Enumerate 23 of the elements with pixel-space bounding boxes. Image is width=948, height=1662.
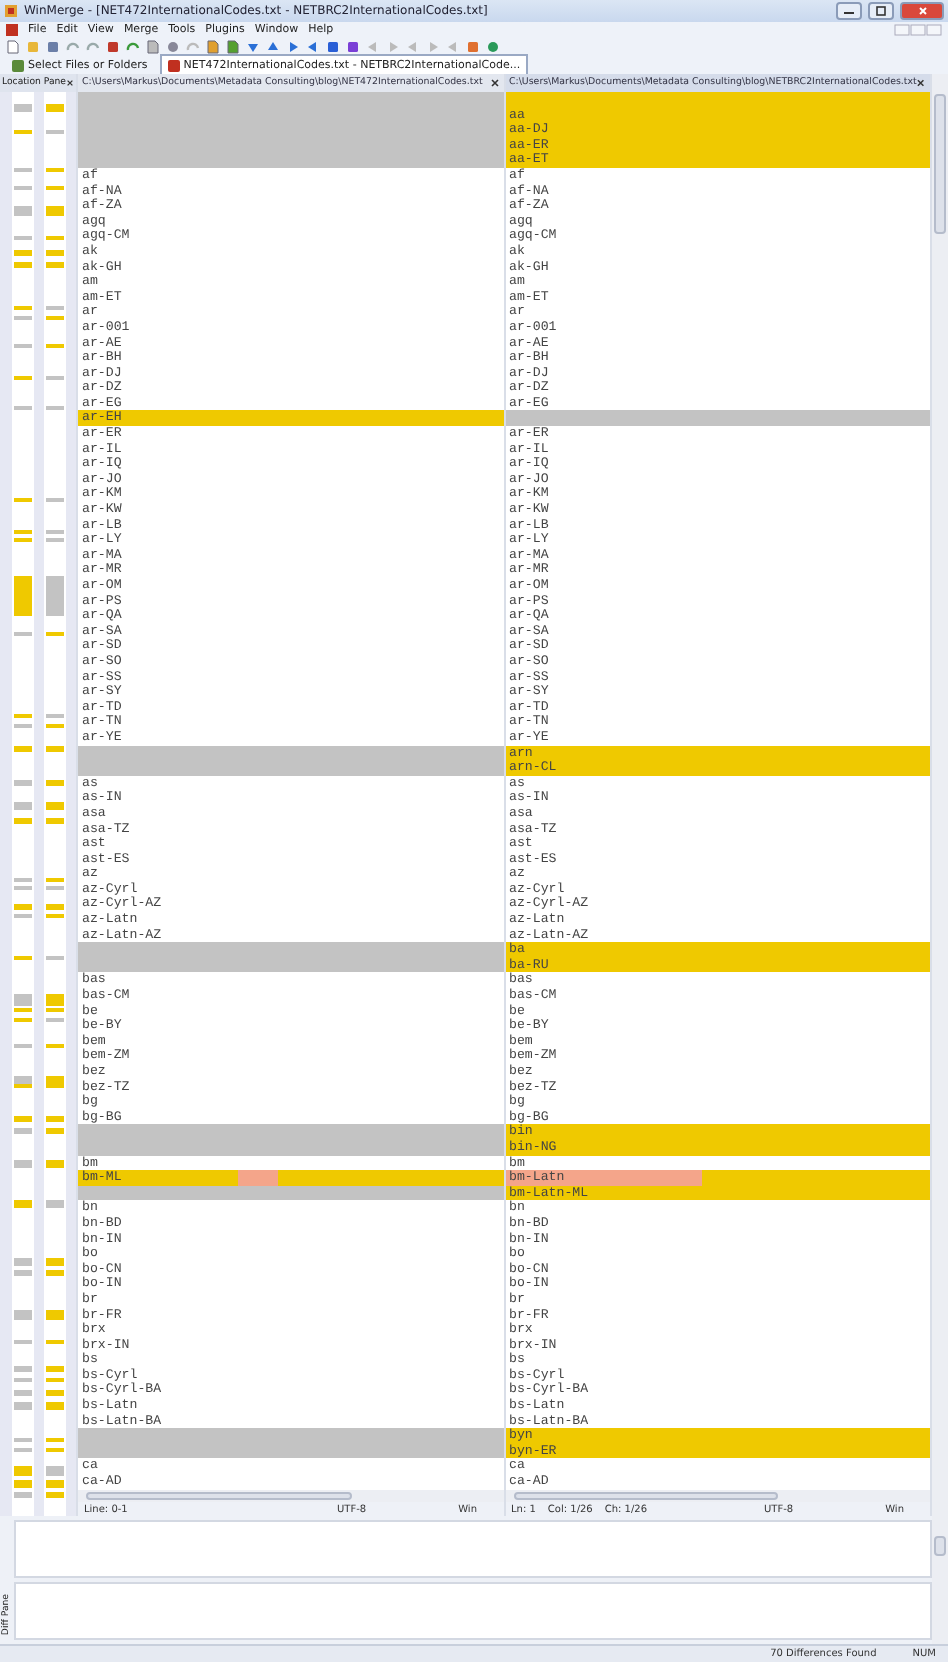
tab-icon: [12, 60, 24, 72]
arrow-left-icon[interactable]: [306, 39, 320, 53]
redo-icon[interactable]: [86, 39, 100, 53]
close-icon[interactable]: [489, 78, 499, 88]
square-icon[interactable]: [326, 39, 340, 53]
square-icon[interactable]: [346, 39, 360, 53]
tab-icon: [167, 59, 180, 71]
minimize-button[interactable]: [836, 2, 862, 20]
maximize-button[interactable]: [868, 2, 894, 20]
close-icon[interactable]: [916, 78, 926, 88]
arrow-right-icon[interactable]: [286, 39, 300, 53]
horizontal-scrollbar[interactable]: [505, 1490, 930, 1502]
close-button[interactable]: [900, 2, 944, 20]
horizontal-scrollbar[interactable]: [78, 1490, 503, 1502]
maximize-icon: [876, 6, 886, 16]
close-icon: [917, 6, 927, 16]
refresh-icon[interactable]: [126, 39, 140, 53]
close-icon[interactable]: [66, 78, 74, 88]
word-diff-highlight: [238, 1170, 278, 1186]
arrow-up-icon[interactable]: [266, 39, 280, 53]
arrow-down-icon[interactable]: [246, 39, 260, 53]
undo-icon[interactable]: [66, 39, 80, 53]
minimize-icon: [844, 8, 854, 14]
